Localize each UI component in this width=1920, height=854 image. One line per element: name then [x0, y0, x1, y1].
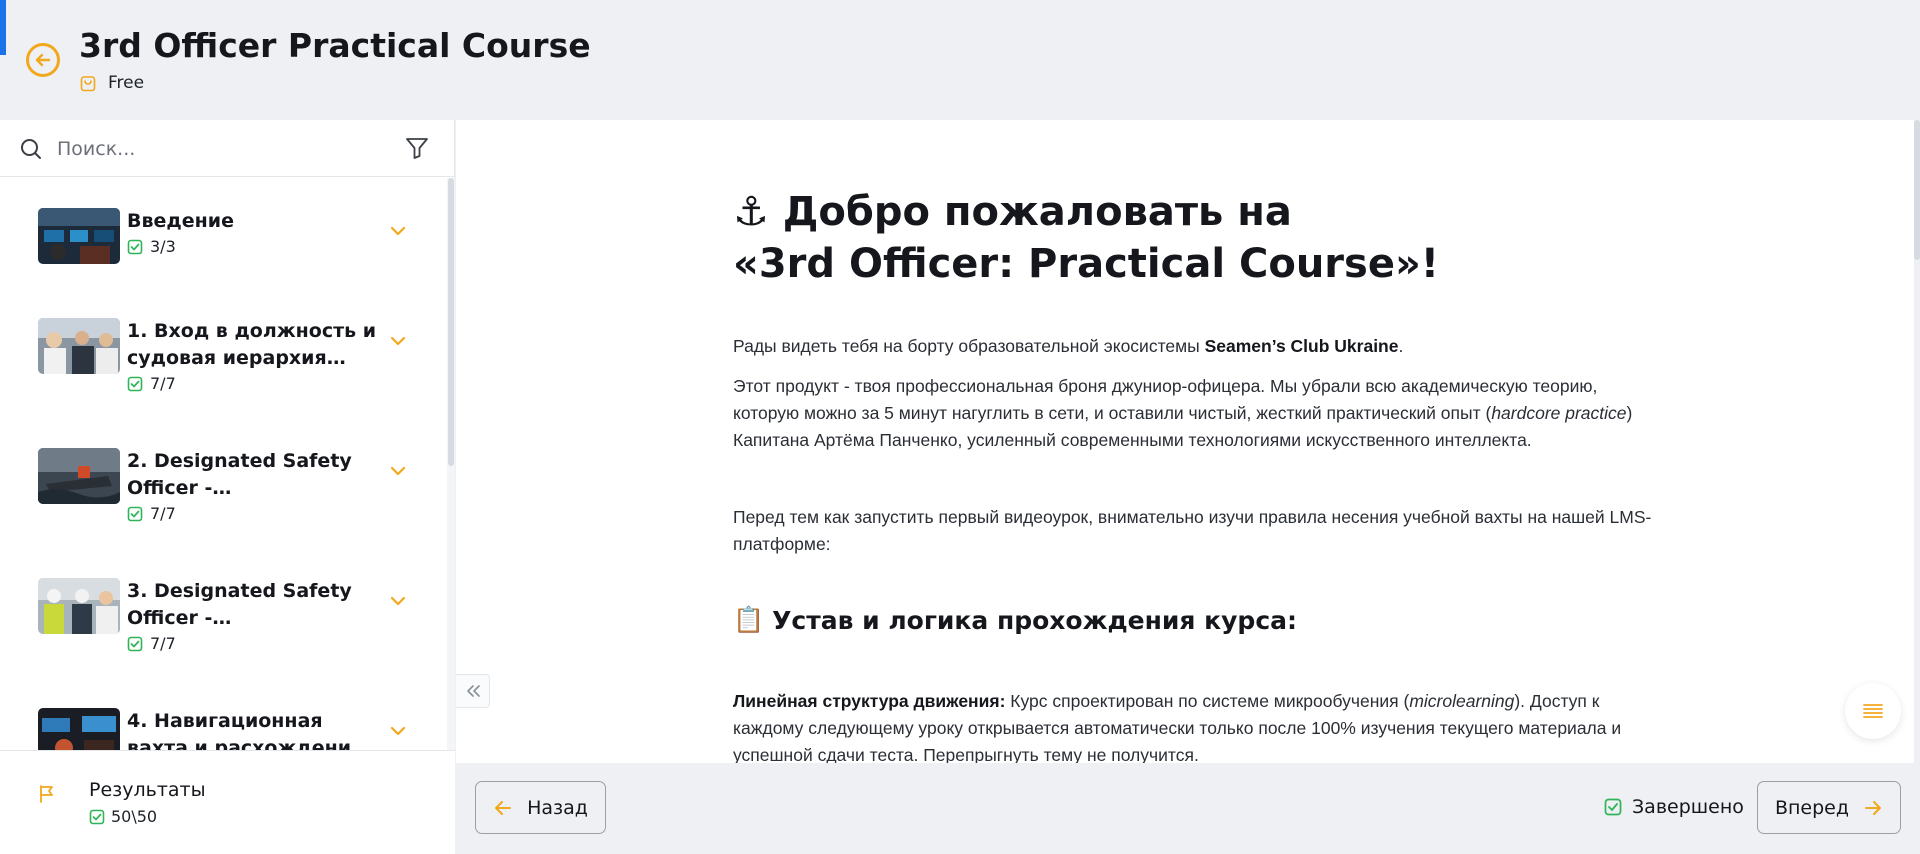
search-icon: [19, 137, 43, 165]
content-scrollbar-thumb[interactable]: [1914, 120, 1920, 260]
section-heading: 📋 Устав и логика прохождения курса:: [733, 605, 1297, 635]
filter-icon[interactable]: [404, 135, 430, 165]
chevron-down-icon[interactable]: [389, 595, 407, 607]
completed-status-label: Завершено: [1632, 796, 1744, 818]
course-title: 3rd Officer Practical Course: [79, 26, 591, 65]
check-square-icon: [127, 506, 143, 521]
flag-icon: [40, 785, 53, 803]
paragraph-rules-intro: Перед тем как запустить первый видеоурок…: [733, 507, 1652, 554]
clipboard-icon: 📋: [733, 605, 765, 634]
paragraph-product: Этот продукт - твоя профессиональная бро…: [733, 376, 1633, 450]
check-square-icon: [1604, 798, 1622, 816]
chevron-down-icon[interactable]: [389, 225, 407, 237]
module-progress-text: 7/7: [150, 634, 176, 653]
search-input[interactable]: [57, 132, 377, 166]
module-title: 4. Навигационная вахта и расхождение суд…: [127, 710, 364, 750]
paragraph-linear-structure: Линейная структура движения: Курс спроек…: [733, 691, 1622, 763]
list-icon: [1863, 704, 1883, 718]
module-item-2[interactable]: 2. Designated Safety Officer - Спасатель…: [0, 418, 447, 548]
course-header: 3rd Officer Practical Course Free: [0, 0, 1920, 120]
results-item[interactable]: Результаты 50\50: [0, 750, 455, 854]
module-thumbnail: [38, 708, 120, 750]
module-thumbnail: [38, 318, 120, 374]
lesson-content: ⚓ Добро пожаловать на «3rd Officer: Prac…: [456, 120, 1914, 763]
completed-status: Завершено: [1604, 796, 1744, 818]
chevron-down-icon[interactable]: [389, 335, 407, 347]
check-square-icon: [127, 636, 143, 651]
back-button-label: Назад: [527, 796, 588, 819]
table-of-contents-button[interactable]: [1845, 683, 1901, 739]
module-thumbnail: [38, 448, 120, 504]
lesson-heading-line1: Добро пожаловать на: [782, 189, 1292, 235]
arrow-left-icon: [35, 53, 51, 67]
accent-bar: [0, 0, 6, 55]
arrow-left-icon: [495, 800, 512, 815]
module-progress: 3/3: [127, 237, 176, 256]
search-bar: [0, 120, 455, 177]
results-progress-text: 50\50: [111, 807, 158, 826]
collapse-sidebar-button[interactable]: [456, 674, 490, 708]
next-button-label: Вперед: [1774, 796, 1850, 819]
check-square-icon: [89, 809, 105, 824]
lesson-footer: Назад Завершено Вперед: [456, 763, 1920, 854]
module-title: Введение: [127, 210, 234, 232]
module-progress-text: 3/3: [150, 237, 176, 256]
check-square-icon: [127, 376, 143, 391]
brand-name: Seamen’s Club Ukraine: [1204, 336, 1399, 356]
shopping-bag-icon: [80, 75, 96, 91]
sidebar-scrollbar-thumb[interactable]: [448, 178, 454, 466]
double-chevron-left-icon: [466, 685, 480, 697]
anchor-icon: ⚓: [733, 189, 769, 235]
module-item-1[interactable]: 1. Вход в должность и судовая иерархия (…: [0, 288, 447, 418]
module-list: Введение 3/3 1. Вход в должность и судов…: [0, 178, 455, 750]
module-progress: 7/7: [127, 374, 176, 393]
lesson-heading-line2: «3rd Officer: Practical Course»!: [733, 241, 1440, 287]
back-arrow-button[interactable]: [26, 43, 60, 77]
arrow-right-icon: [1865, 800, 1882, 815]
module-progress: 7/7: [127, 634, 176, 653]
chevron-down-icon[interactable]: [389, 465, 407, 477]
price-label: Free: [108, 73, 145, 93]
module-title: 2. Designated Safety Officer - Спасатель…: [127, 450, 352, 499]
paragraph-welcome: Рады видеть тебя на борту образовательно…: [733, 336, 1404, 356]
module-item-4[interactable]: 4. Навигационная вахта и расхождение суд…: [0, 678, 447, 750]
results-progress: 50\50: [89, 807, 157, 826]
module-progress-text: 7/7: [150, 504, 176, 523]
module-title: 1. Вход в должность и судовая иерархия (…: [127, 320, 377, 369]
section-heading-text: Устав и логика прохождения курса:: [772, 605, 1298, 635]
next-button[interactable]: Вперед: [1757, 781, 1901, 834]
price-row: Free: [80, 73, 144, 93]
lesson-heading: ⚓ Добро пожаловать на «3rd Officer: Prac…: [733, 186, 1633, 290]
check-square-icon: [127, 239, 143, 254]
chevron-down-icon[interactable]: [389, 725, 407, 737]
module-title: 3. Designated Safety Officer -…: [127, 580, 352, 629]
module-thumbnail: [38, 578, 120, 634]
module-thumbnail: [38, 208, 120, 264]
results-label: Результаты: [89, 779, 206, 801]
back-button[interactable]: Назад: [475, 781, 606, 834]
module-progress-text: 7/7: [150, 374, 176, 393]
module-progress: 7/7: [127, 504, 176, 523]
module-item-3[interactable]: 3. Designated Safety Officer -… 7/7: [0, 548, 447, 678]
sidebar: Введение 3/3 1. Вход в должность и судов…: [0, 120, 455, 854]
